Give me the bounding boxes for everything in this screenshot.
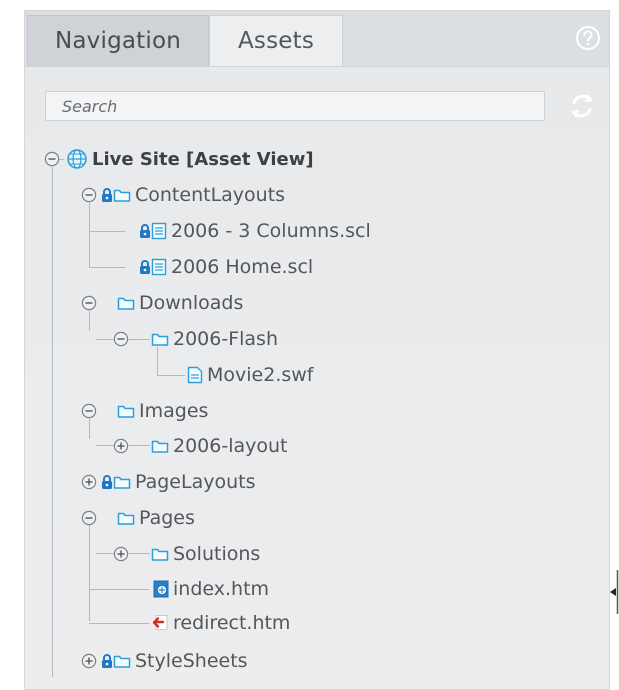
layout-file-icon — [151, 222, 167, 240]
lock-icon — [139, 259, 151, 275]
tree-line — [89, 419, 90, 439]
lock-icon — [101, 653, 113, 669]
folder-icon — [151, 331, 169, 347]
panel-collapse-handle-icon[interactable] — [608, 570, 619, 614]
tree-line — [89, 589, 149, 590]
folder-icon — [151, 438, 169, 454]
tree-node-label: 2006-layout — [173, 435, 288, 457]
tree-node-2006-layout[interactable]: 2006-layout — [151, 432, 288, 460]
tree-node-movie2[interactable]: Movie2.swf — [187, 361, 314, 389]
page-icon — [153, 580, 169, 598]
tree-node-pages[interactable]: Pages — [117, 504, 195, 532]
folder-icon — [113, 653, 131, 669]
redirect-icon — [151, 614, 169, 632]
tree-line — [89, 311, 90, 331]
expand-toggle-icon[interactable] — [81, 474, 97, 490]
tree-node-label: redirect.htm — [173, 612, 291, 634]
tree-line — [89, 267, 125, 268]
asset-panel: Navigation Assets Search Live Site [Asse… — [24, 10, 610, 690]
tree-line — [89, 623, 149, 624]
tree-node-label: ContentLayouts — [135, 184, 286, 206]
file-icon — [187, 366, 203, 384]
collapse-toggle-icon[interactable] — [81, 510, 97, 526]
folder-icon — [113, 187, 131, 203]
asset-tree: Live Site [Asset View] ContentLayouts 20… — [25, 11, 609, 689]
folder-icon — [151, 546, 169, 562]
tree-node-solutions[interactable]: Solutions — [151, 540, 260, 568]
tree-line — [89, 231, 125, 232]
globe-icon — [67, 149, 87, 169]
tree-line — [52, 167, 53, 677]
collapse-toggle-icon[interactable] — [81, 295, 97, 311]
folder-icon — [117, 295, 135, 311]
expand-toggle-icon[interactable] — [113, 438, 129, 454]
folder-icon — [117, 403, 135, 419]
tree-node-label: Images — [139, 400, 209, 422]
tree-node-contentlayouts[interactable]: ContentLayouts — [101, 181, 285, 209]
tree-line — [157, 375, 185, 376]
tree-node-2006-3-columns[interactable]: 2006 - 3 Columns.scl — [139, 217, 371, 245]
tree-node-label: Live Site [Asset View] — [92, 148, 314, 170]
tree-line — [89, 203, 90, 267]
expand-toggle-icon[interactable] — [113, 546, 129, 562]
tree-node-images[interactable]: Images — [117, 397, 208, 425]
lock-icon — [101, 474, 113, 490]
lock-icon — [101, 187, 113, 203]
tree-node-redirect[interactable]: redirect.htm — [151, 609, 290, 637]
collapse-toggle-icon[interactable] — [81, 403, 97, 419]
collapse-toggle-icon[interactable] — [113, 331, 129, 347]
tree-node-label: PageLayouts — [135, 471, 256, 493]
tree-node-index[interactable]: index.htm — [153, 575, 269, 603]
tree-node-label: Downloads — [139, 292, 244, 314]
tree-node-label: 2006-Flash — [173, 328, 279, 350]
tree-node-2006-flash[interactable]: 2006-Flash — [151, 325, 278, 353]
tree-node-label: Solutions — [173, 543, 261, 565]
lock-icon — [139, 223, 151, 239]
collapse-toggle-icon[interactable] — [44, 151, 60, 167]
layout-file-icon — [151, 258, 167, 276]
tree-line — [89, 517, 90, 621]
folder-icon — [117, 510, 135, 526]
tree-node-label: 2006 - 3 Columns.scl — [171, 220, 371, 242]
tree-node-label: Pages — [139, 507, 195, 529]
tree-node-label: index.htm — [173, 578, 270, 600]
expand-toggle-icon[interactable] — [81, 653, 97, 669]
tree-node-stylesheets[interactable]: StyleSheets — [101, 647, 248, 675]
tree-node-2006-home[interactable]: 2006 Home.scl — [139, 253, 313, 281]
tree-node-live-site[interactable]: Live Site [Asset View] — [66, 145, 314, 173]
tree-node-label: Movie2.swf — [207, 364, 314, 386]
folder-icon — [113, 474, 131, 490]
tree-node-label: StyleSheets — [135, 650, 248, 672]
tree-node-label: 2006 Home.scl — [171, 256, 314, 278]
collapse-toggle-icon[interactable] — [81, 187, 97, 203]
tree-node-downloads[interactable]: Downloads — [117, 289, 243, 317]
tree-node-pagelayouts[interactable]: PageLayouts — [101, 468, 256, 496]
